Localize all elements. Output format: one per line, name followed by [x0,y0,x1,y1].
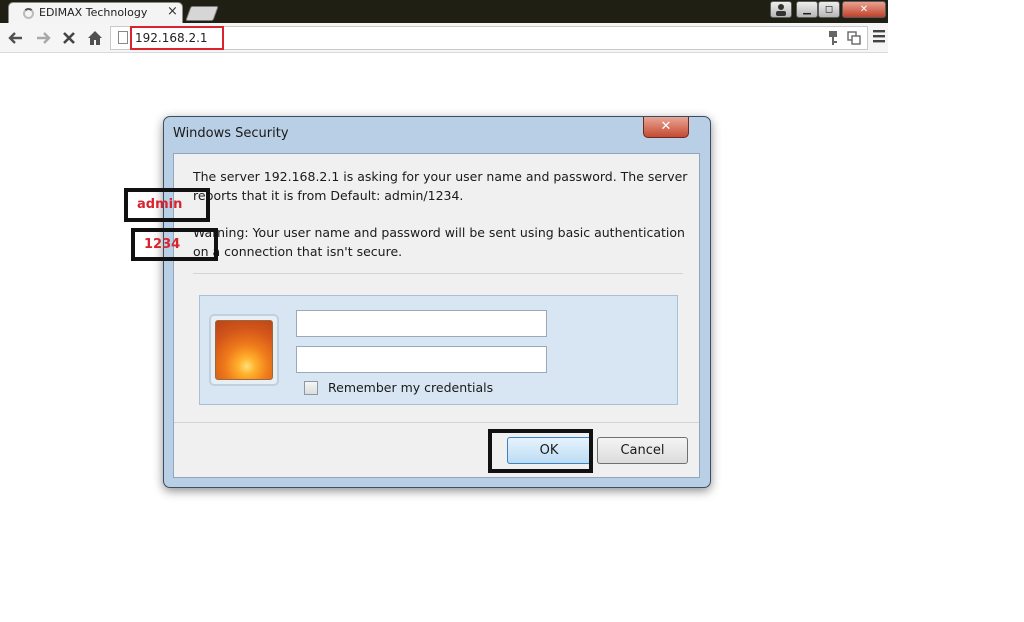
window-close-button[interactable]: ✕ [842,1,886,18]
tab-edimax[interactable]: EDIMAX Technology × [8,2,183,23]
tab-strip: EDIMAX Technology × ▁ ◻ ✕ [0,0,888,23]
tab-title: EDIMAX Technology [39,6,148,19]
username-annotation-box: admin [124,188,210,222]
maximize-button[interactable]: ◻ [818,1,840,18]
screen: EDIMAX Technology × ▁ ◻ ✕ 192.168.2.1 Wi… [0,0,1024,622]
password-input[interactable] [296,346,547,373]
cancel-button[interactable]: Cancel [597,437,688,464]
dialog-body: The server 192.168.2.1 is asking for you… [173,153,700,478]
new-tab-button[interactable] [185,6,219,21]
user-tile-flower-icon [209,314,279,386]
translate-icon[interactable] [847,30,861,49]
dialog-title: Windows Security [173,126,289,141]
minimize-button[interactable]: ▁ [796,1,818,18]
password-annotation-box: 1234 [131,228,218,261]
warning-message: Warning: Your user name and password wil… [193,225,685,259]
stop-icon[interactable] [59,28,79,48]
username-input[interactable] [296,310,547,337]
menu-icon[interactable] [872,28,886,49]
forward-arrow-icon[interactable] [33,28,53,48]
footer-divider [174,422,699,423]
remember-checkbox[interactable] [304,381,318,395]
flower-image [215,320,273,380]
dialog-close-button[interactable]: ✕ [643,117,689,138]
home-icon[interactable] [85,28,105,48]
remember-label: Remember my credentials [328,380,494,395]
ok-annotation-box [488,429,593,473]
tab-close-icon[interactable]: × [167,4,178,19]
browser-window: EDIMAX Technology × ▁ ◻ ✕ 192.168.2.1 Wi… [0,0,888,622]
password-value: 1234 [144,237,181,252]
url-annotation-box [130,26,224,50]
username-value: admin [137,197,183,212]
address-bar[interactable]: 192.168.2.1 [110,26,868,50]
page-icon [118,31,128,44]
windows-security-dialog: Windows Security ✕ The server 192.168.2.… [163,116,711,488]
loading-spinner-icon [23,8,34,19]
divider [193,273,683,274]
back-arrow-icon[interactable] [6,28,26,48]
browser-toolbar: 192.168.2.1 [0,23,888,53]
credential-panel: Remember my credentials [199,295,678,405]
user-profile-icon[interactable] [770,1,792,18]
key-icon[interactable] [827,30,839,50]
server-message: The server 192.168.2.1 is asking for you… [193,169,688,203]
window-controls: ▁ ◻ ✕ [770,1,888,19]
